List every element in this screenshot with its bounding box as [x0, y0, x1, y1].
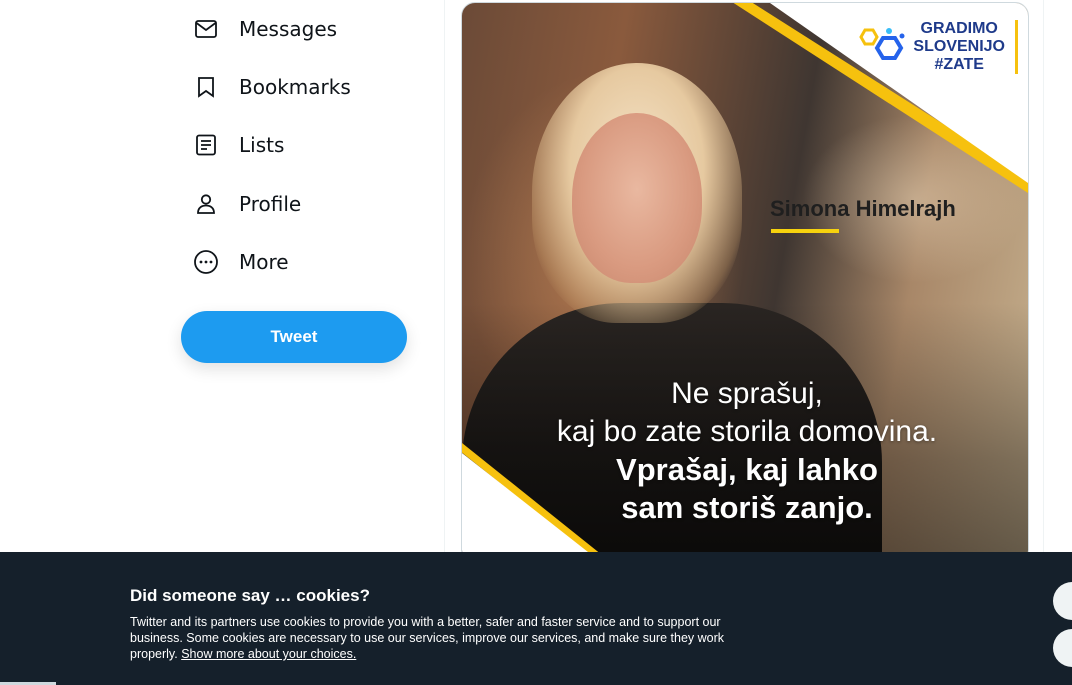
- nav-item-messages[interactable]: Messages: [180, 3, 440, 55]
- nav-item-lists[interactable]: Lists: [180, 119, 440, 171]
- logo-line: #ZATE: [934, 56, 984, 73]
- refuse-cookies-button[interactable]: [1053, 629, 1072, 667]
- logo-text: GRADIMO SLOVENIJO #ZATE: [913, 20, 1018, 74]
- cookie-choices-link[interactable]: Show more about your choices.: [181, 647, 356, 661]
- nav-item-label: Bookmarks: [239, 75, 351, 99]
- person-icon: [193, 191, 219, 217]
- cookie-banner: Did someone say … cookies? Twitter and i…: [0, 552, 1072, 685]
- nav-item-label: Lists: [239, 133, 285, 157]
- quote-line-bold: Vprašaj, kaj lahko: [616, 452, 878, 487]
- nav-item-label: Messages: [239, 17, 338, 41]
- list-icon: [193, 132, 219, 158]
- nav-item-profile[interactable]: Profile: [180, 178, 440, 230]
- image-person-face: [572, 113, 702, 283]
- logo-line: GRADIMO: [920, 20, 998, 37]
- hexagon-logo-icon: [859, 28, 905, 60]
- image-quote: Ne sprašuj, kaj bo zate storila domovina…: [502, 375, 992, 527]
- cookie-text-block: Twitter and its partners use cookies to …: [130, 614, 770, 662]
- accept-cookies-button[interactable]: [1053, 582, 1072, 620]
- campaign-logo: GRADIMO SLOVENIJO #ZATE: [838, 17, 1018, 77]
- logo-line: SLOVENIJO: [913, 38, 1005, 55]
- quote-line: kaj bo zate storila domovina.: [556, 415, 938, 448]
- bookmark-icon: [193, 74, 219, 100]
- nav-item-label: More: [239, 250, 289, 274]
- more-circle-icon: [193, 249, 219, 275]
- name-underline: [771, 229, 839, 233]
- cookie-title: Did someone say … cookies?: [130, 586, 370, 605]
- nav-item-label: Profile: [239, 192, 302, 216]
- quote-line-bold: sam storiš zanjo.: [621, 490, 873, 525]
- nav-item-more[interactable]: More: [180, 236, 440, 288]
- tweet-button[interactable]: Tweet: [181, 311, 407, 363]
- envelope-icon: [193, 16, 219, 42]
- tweet-image[interactable]: GRADIMO SLOVENIJO #ZATE Simona Himelrajh…: [461, 2, 1029, 564]
- person-name: Simona Himelrajh: [770, 196, 956, 221]
- nav-item-bookmarks[interactable]: Bookmarks: [180, 61, 440, 113]
- quote-line: Ne sprašuj,: [671, 377, 823, 410]
